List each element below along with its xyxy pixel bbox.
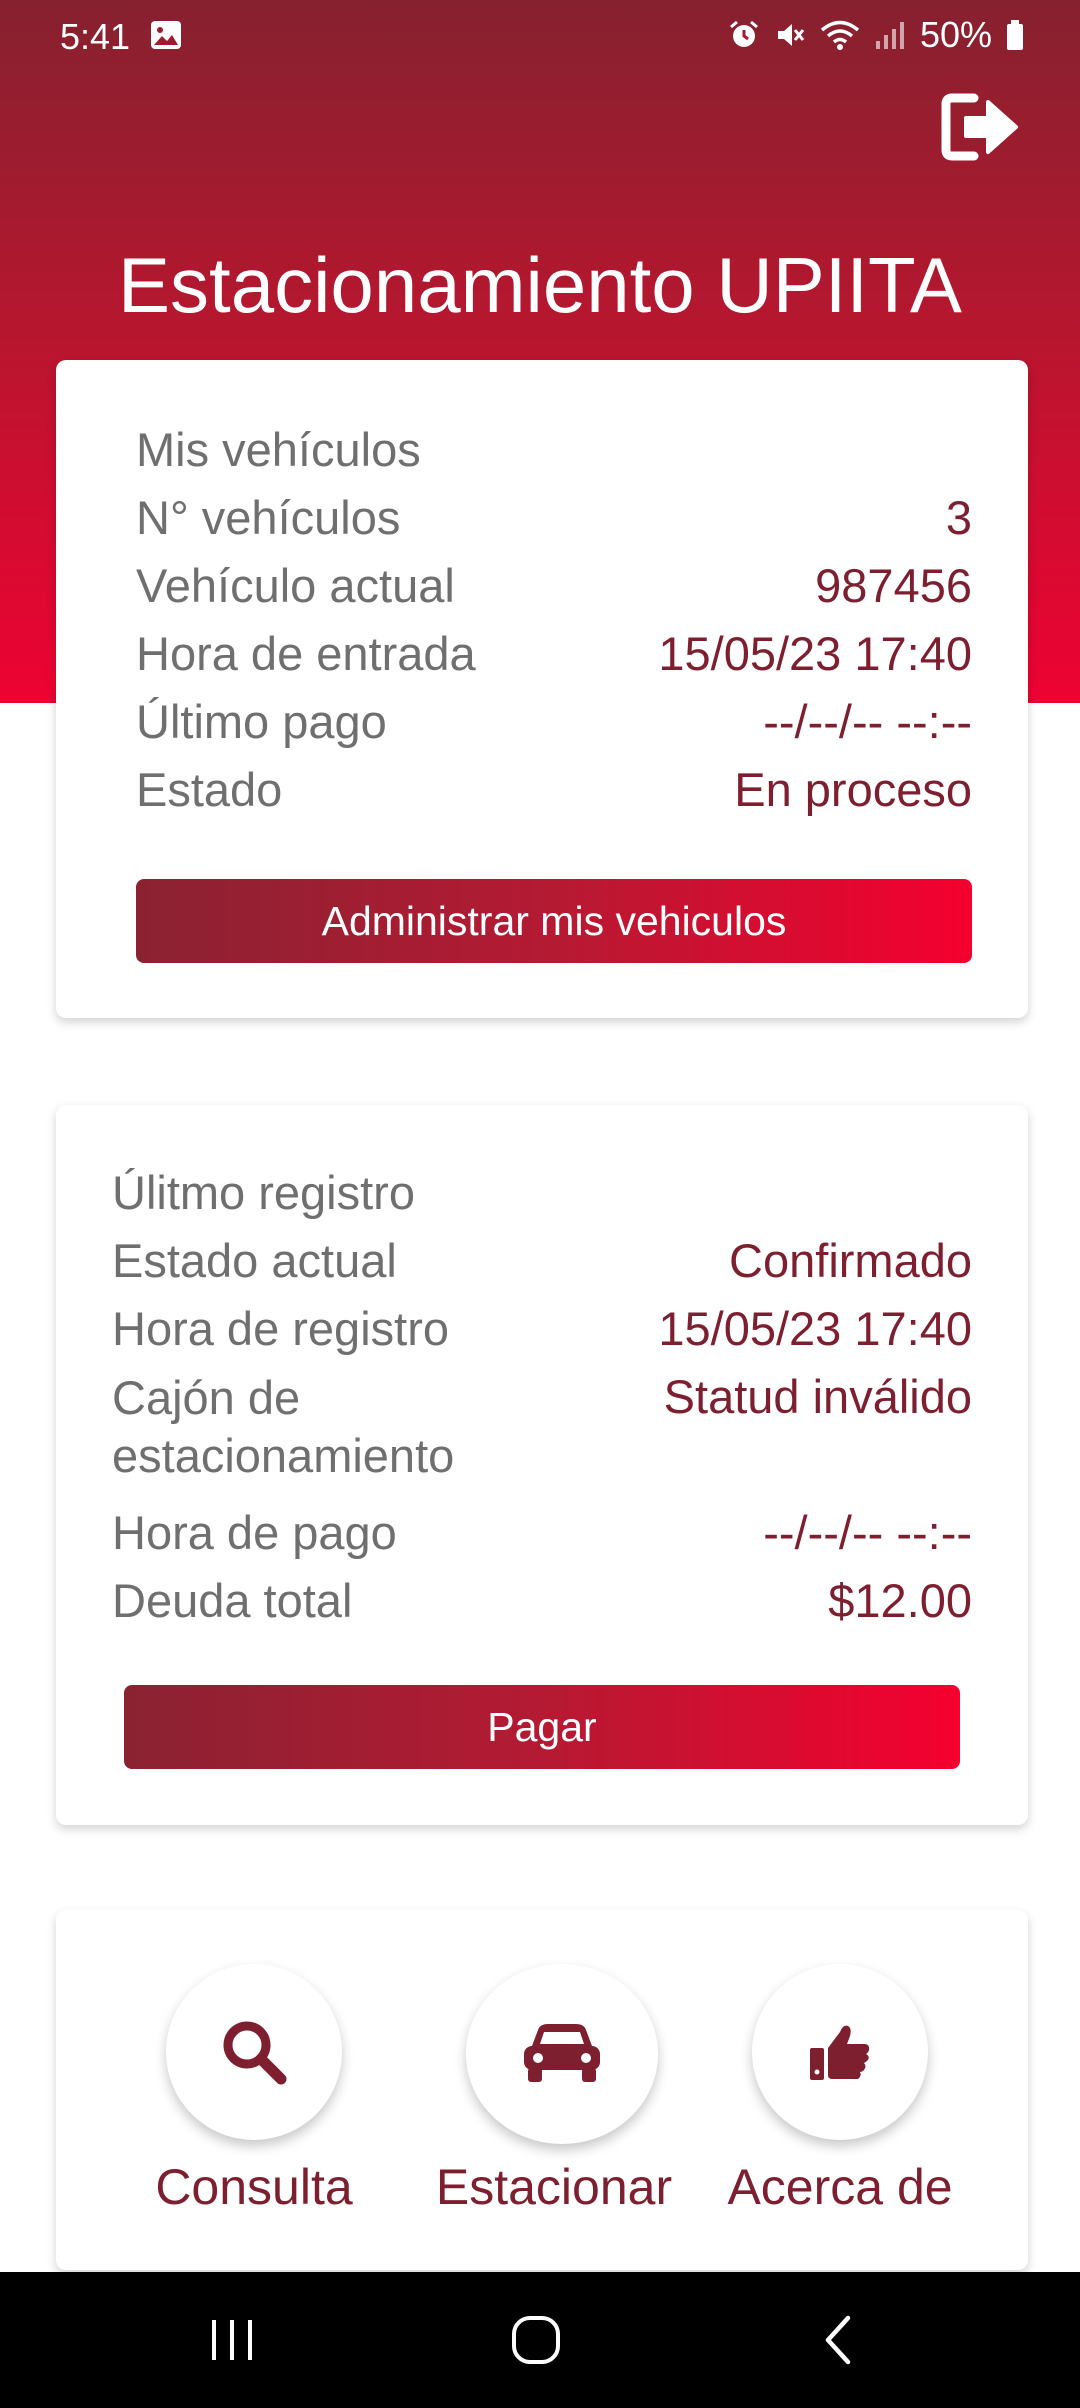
page-title: Estacionamiento UPIITA [118, 241, 962, 329]
thumbs-up-icon [810, 2025, 870, 2080]
consulta-action[interactable]: Consulta [124, 1964, 384, 2244]
acerca-de-action[interactable]: Acerca de [710, 1964, 970, 2244]
status-bar: 5:41 50% [0, 0, 1080, 72]
info-label: Hora de entrada [136, 627, 476, 680]
gallery-notification-icon [151, 21, 181, 49]
info-value: --/--/-- --:-- [763, 695, 972, 748]
estacionar-button[interactable] [466, 1964, 658, 2144]
info-label: Último pago [136, 695, 387, 748]
info-label: N° vehículos [136, 491, 401, 544]
logout-button[interactable] [940, 92, 1020, 162]
mute-icon [777, 24, 805, 46]
home-icon[interactable] [508, 2312, 564, 2368]
battery-icon [1007, 20, 1023, 50]
info-label: Hora de pago [112, 1506, 397, 1559]
status-icons: 50% [728, 14, 1024, 56]
alarm-icon [729, 20, 758, 47]
back-icon[interactable] [818, 2312, 858, 2368]
acerca-de-button[interactable] [752, 1964, 928, 2140]
info-label: Hora de registro [112, 1302, 449, 1355]
info-value: En proceso [734, 763, 972, 816]
battery-level: 50% [919, 14, 992, 55]
info-value: --/--/-- --:-- [763, 1506, 972, 1559]
recents-icon[interactable] [208, 2312, 256, 2368]
wifi-icon [820, 20, 860, 50]
estacionar-action[interactable]: Estacionar [412, 1964, 696, 2244]
status-time: 5:41 [60, 16, 131, 57]
info-value: 987456 [815, 559, 972, 612]
info-value: 3 [945, 491, 972, 544]
vehicles-card: Mis vehículos N° vehículos 3 Vehículo ac… [56, 360, 1028, 1018]
info-label: Estado [136, 763, 283, 816]
actions-card: Consulta Estacionar Acerca de [56, 1910, 1028, 2270]
registry-heading: Úlitmo registro [112, 1166, 415, 1219]
last-registry-card: Úlitmo registro Estado actual Confirmado… [56, 1105, 1028, 1825]
info-value: 15/05/23 17:40 [658, 627, 972, 680]
info-value: Confirmado [729, 1234, 972, 1287]
info-label: Cajón de estacionamiento [112, 1371, 455, 1482]
consulta-label: Consulta [155, 2159, 353, 2215]
vehicles-heading: Mis vehículos [136, 423, 421, 476]
pay-button[interactable]: Pagar [124, 1685, 960, 1769]
info-label: Deuda total [112, 1574, 353, 1627]
signal-icon [875, 22, 904, 49]
info-label: Vehículo actual [136, 559, 455, 612]
info-value: Statud inválido [663, 1370, 972, 1423]
car-icon [524, 2024, 600, 2082]
consulta-button[interactable] [166, 1964, 342, 2140]
info-value: 15/05/23 17:40 [658, 1302, 972, 1355]
estacionar-label: Estacionar [435, 2159, 673, 2215]
info-value: $12.00 [828, 1574, 972, 1627]
manage-vehicles-button[interactable]: Administrar mis vehiculos [136, 879, 972, 963]
system-nav-bar [0, 2272, 1080, 2408]
info-label: Estado actual [112, 1234, 397, 1287]
search-icon [223, 2021, 287, 2085]
acerca-de-label: Acerca de [727, 2159, 953, 2215]
